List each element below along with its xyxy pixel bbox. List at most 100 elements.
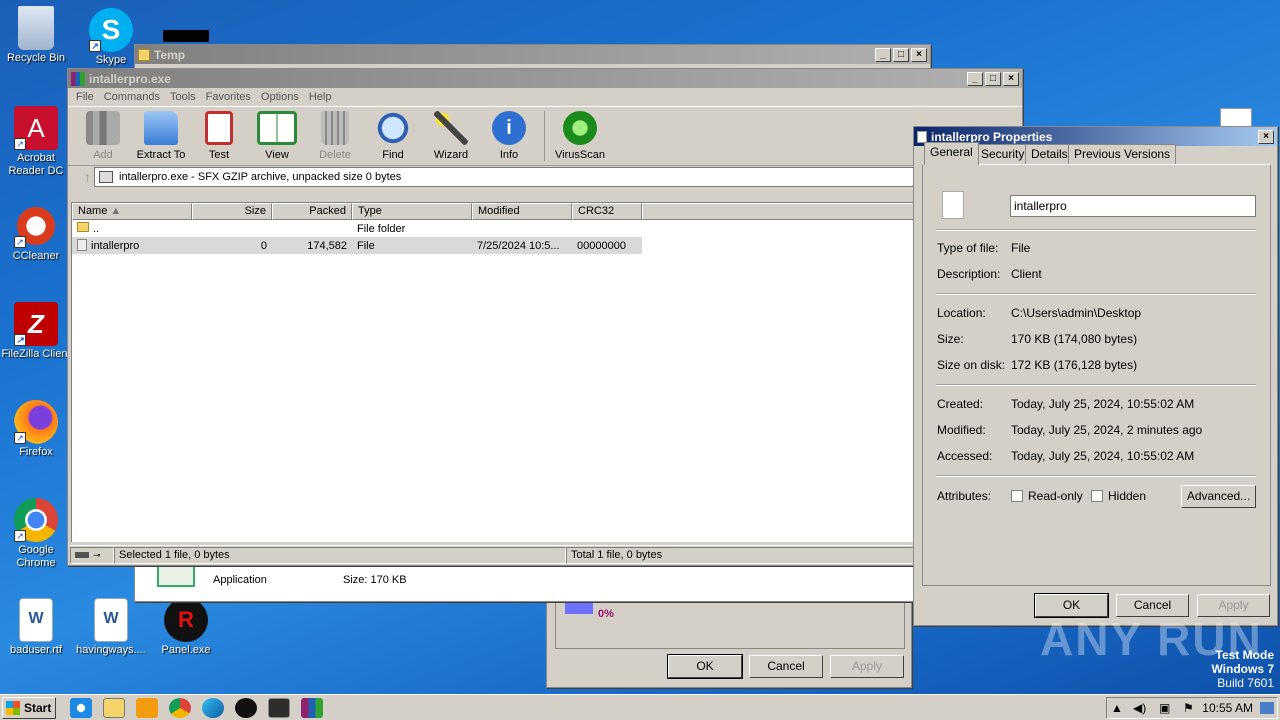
col-crc32[interactable]: CRC32: [572, 203, 642, 220]
virusscan-button[interactable]: VirusScan: [551, 111, 609, 165]
key-icon: ⊸: [93, 550, 101, 560]
up-arrow-icon[interactable]: ↑: [84, 169, 91, 185]
find-button[interactable]: Find: [364, 111, 422, 165]
menu-file[interactable]: File: [72, 91, 100, 103]
back-cancel-button[interactable]: Cancel: [749, 655, 823, 678]
word-doc-icon: W: [19, 598, 53, 642]
winrar-taskbar-icon[interactable]: [301, 697, 323, 718]
tab-previous-versions[interactable]: Previous Versions: [1068, 144, 1177, 164]
delete-button[interactable]: Delete: [306, 111, 364, 165]
chrome-taskbar-icon[interactable]: [169, 697, 191, 718]
desktop-icon-havingways[interactable]: W havingways....: [75, 598, 147, 657]
virus-scan-icon: [563, 111, 597, 145]
menu-options[interactable]: Options: [257, 91, 305, 103]
desktop-icon-acrobat[interactable]: A ↗ Acrobat Reader DC: [0, 106, 72, 178]
back-apply-button[interactable]: Apply: [830, 655, 904, 678]
minimize-button[interactable]: _: [967, 71, 983, 86]
file-name-input[interactable]: intallerpro: [1010, 195, 1256, 217]
word-doc-icon: W: [94, 598, 128, 642]
explorer-icon[interactable]: [103, 697, 125, 718]
flag-icon[interactable]: ⚑: [1183, 701, 1194, 715]
col-packed[interactable]: Packed: [272, 203, 352, 220]
show-desktop-icon[interactable]: [1260, 702, 1274, 714]
tab-general[interactable]: General: [924, 142, 979, 165]
info-button[interactable]: i Info: [480, 111, 538, 165]
parent-folder-cell: ..: [72, 222, 192, 235]
ie-icon[interactable]: [70, 697, 92, 718]
hidden-checkbox[interactable]: Hidden: [1091, 489, 1146, 503]
menu-tools[interactable]: Tools: [166, 91, 202, 103]
file-list: Name ▲ Size Packed Type Modified CRC32 .…: [71, 202, 1021, 542]
desktop-icon-panel[interactable]: R Panel.exe: [150, 598, 222, 657]
menu-commands[interactable]: Commands: [100, 91, 166, 103]
view-button[interactable]: View: [248, 111, 306, 165]
close-button[interactable]: ×: [1003, 71, 1019, 86]
large-file-icon: [942, 191, 964, 219]
readonly-label: Read-only: [1028, 489, 1083, 503]
desktop-icon-chrome[interactable]: ↗ Google Chrome: [0, 498, 72, 570]
desktop-icon-label: Google Chrome: [16, 544, 56, 569]
folder-icon: [77, 222, 89, 232]
desktop-icon-label: Acrobat Reader DC: [8, 152, 64, 177]
clock[interactable]: 10:55 AM: [1202, 701, 1253, 715]
close-button[interactable]: ×: [1258, 129, 1274, 144]
start-button[interactable]: Start: [2, 696, 56, 719]
back-ok-button[interactable]: OK: [667, 654, 743, 679]
col-type[interactable]: Type: [352, 203, 472, 220]
volume-icon[interactable]: ◀): [1133, 701, 1146, 715]
skype-icon: S ↗: [89, 8, 133, 52]
menu-favorites[interactable]: Favorites: [202, 91, 257, 103]
shortcut-arrow-icon: ↗: [89, 40, 101, 52]
wand-icon: [434, 111, 468, 145]
list-empty-area: [72, 220, 191, 542]
trash-icon: [321, 111, 349, 145]
row-type: File: [357, 239, 375, 252]
separator: [936, 475, 1256, 477]
label-modified: Modified:: [937, 423, 986, 437]
panel-taskbar-icon[interactable]: [235, 697, 257, 718]
readonly-checkbox[interactable]: Read-only: [1011, 489, 1083, 503]
progress-panel: 0%: [555, 597, 905, 649]
menu-help[interactable]: Help: [305, 91, 338, 103]
chrome-icon: ↗: [14, 498, 58, 542]
tab-security[interactable]: Security: [975, 144, 1031, 164]
table-row[interactable]: .. File folder: [72, 220, 642, 237]
temp-titlebar[interactable]: Temp _ □ ×: [135, 45, 930, 64]
maximize-button[interactable]: □: [893, 47, 909, 62]
close-button[interactable]: ×: [911, 47, 927, 62]
file-name-cell: intallerpro: [72, 239, 192, 252]
tab-details[interactable]: Details: [1025, 144, 1074, 164]
row-name: intallerpro: [91, 240, 140, 252]
winrar-titlebar[interactable]: intallerpro.exe _ □ ×: [68, 69, 1022, 88]
col-modified[interactable]: Modified: [472, 203, 572, 220]
table-row-selected[interactable]: intallerpro 0 174,582 File 7/25/2024 10:…: [72, 237, 642, 254]
terminal-icon[interactable]: [268, 697, 290, 718]
minimize-button[interactable]: _: [875, 47, 891, 62]
test-button[interactable]: Test: [190, 111, 248, 165]
tray-chevron-icon[interactable]: ▲: [1111, 701, 1123, 715]
desktop-icon-filezilla[interactable]: Z ↗ FileZilla Client: [0, 302, 72, 361]
wizard-button[interactable]: Wizard: [422, 111, 480, 165]
file-icon: [77, 239, 87, 251]
edge-icon[interactable]: [202, 697, 224, 718]
magnifier-icon: [376, 111, 410, 145]
row-type: File folder: [357, 222, 406, 235]
col-name[interactable]: Name ▲: [72, 203, 192, 220]
toolbar-separator: [544, 111, 545, 161]
col-size[interactable]: Size: [192, 203, 272, 220]
start-label: Start: [24, 700, 52, 715]
desktop-icon-recycle-bin[interactable]: Recycle Bin: [0, 6, 72, 65]
status-icons: ⊸: [70, 547, 114, 564]
desktop-icon-firefox[interactable]: ↗ Firefox: [0, 400, 72, 459]
desktop-icon-baduser[interactable]: W baduser.rtf: [0, 598, 72, 657]
network-icon[interactable]: ▣: [1159, 701, 1170, 715]
advanced-button[interactable]: Advanced...: [1181, 485, 1256, 508]
media-player-icon[interactable]: [136, 697, 158, 718]
label-created: Created:: [937, 397, 984, 411]
extract-to-button[interactable]: Extract To: [132, 111, 190, 165]
folder-icon: [138, 48, 150, 61]
desktop-icon-ccleaner[interactable]: ↗ CCleaner: [0, 204, 72, 263]
add-button[interactable]: Add: [74, 111, 132, 165]
maximize-button[interactable]: □: [985, 71, 1001, 86]
address-field[interactable]: intallerpro.exe - SFX GZIP archive, unpa…: [94, 167, 1022, 187]
